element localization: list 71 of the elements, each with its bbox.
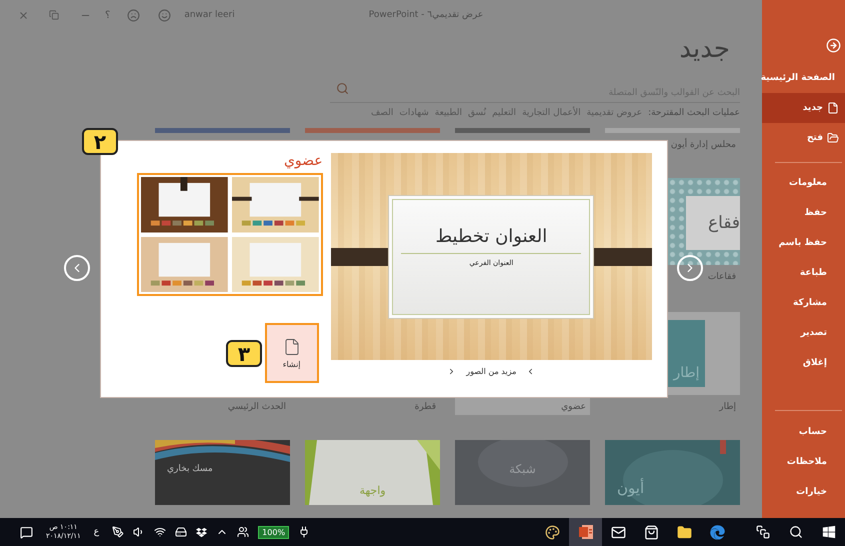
user-name: anwar leeri [184,10,235,20]
template-caption: فقاعات [706,271,737,284]
template-thumbnail[interactable] [232,177,319,232]
previous-button[interactable] [64,255,90,281]
template-thumbnail[interactable] [305,128,440,133]
pen-icon[interactable] [112,526,124,538]
template-caption[interactable]: إطار [605,398,740,415]
folder-icon[interactable] [677,524,692,540]
browser-icon[interactable] [710,524,725,540]
page-heading: جديد [678,34,730,64]
more-images-label: مزيد من الصور [466,367,516,376]
sidebar-item[interactable]: خيارات [762,477,845,507]
task-view-icon[interactable] [756,525,770,539]
template-caption[interactable]: قطرة [305,398,440,415]
thumbnail-text: إطار [673,365,700,381]
document-icon [282,338,301,356]
dropbox-icon[interactable] [196,526,208,538]
search-icon[interactable] [788,525,802,539]
sidebar-item[interactable]: جديد [762,93,845,123]
create-button[interactable]: إنشاء [264,323,319,383]
slide-title: العنوان تخطيط [435,226,548,246]
thumbnail-text: فقاع [708,213,740,233]
template-name: أيون [617,479,644,497]
template-thumbnail[interactable]: فقاع [668,178,740,265]
drive-icon[interactable] [175,526,188,538]
sidebar-item[interactable]: إغلاق [762,348,845,378]
template-thumbnail[interactable] [232,236,319,292]
sidebar-item[interactable]: معلومات [762,168,845,198]
presentation-app-icon[interactable] [578,524,594,540]
template-thumbnail[interactable] [141,177,228,232]
template-thumbnail[interactable]: مسك بخاري [155,440,290,505]
sidebar-item[interactable]: طباعة [762,258,845,288]
next-button[interactable] [677,255,703,281]
sidebar-item[interactable]: تصدير [762,318,845,348]
dialog-title: عضوي [282,153,323,171]
people-icon[interactable] [237,526,250,538]
folder-icon [827,132,839,144]
back-icon[interactable] [826,38,841,52]
template-name: واجهة [359,484,386,497]
window-title: عرض تقديمي٦ - PowerPoint [368,10,484,20]
template-caption[interactable]: الحدث الرئيسي [155,398,290,415]
document-icon [827,102,839,114]
shopping-bag-icon[interactable] [644,524,659,540]
template-caption: محلس إدارة أيون [670,138,737,152]
palette-icon[interactable] [545,524,560,540]
suggested-label: عمليات البحث المقترحة: [648,108,740,118]
template-thumbnail[interactable] [455,128,590,133]
start-icon[interactable] [822,525,836,539]
notification-icon[interactable] [20,526,33,538]
template-thumbnail[interactable] [605,128,740,133]
bar-shape [594,248,652,266]
sidebar-item[interactable]: الصفحة الرئيسية [762,63,845,93]
sidebar-item[interactable]: حفظ [762,198,845,228]
template-thumbnail[interactable] [155,128,290,133]
template-thumbnail[interactable] [141,236,228,292]
callout-number: ٣ [226,340,262,367]
bar-shape [330,248,388,266]
template-name: مسك بخاري [167,464,213,474]
template-caption[interactable]: عضوي [455,398,590,415]
battery-indicator[interactable]: 100% [258,526,290,538]
template-name: شبكة [509,462,536,476]
callout-number: ٢ [82,128,118,155]
sidebar-item[interactable]: ملاحظات [762,447,845,477]
mail-icon[interactable] [611,524,626,540]
plug-icon [298,526,310,538]
sidebar-item[interactable]: حفظ باسم [762,228,845,258]
sidebar-item[interactable]: مشاركة [762,288,845,318]
sidebar-item[interactable]: فتح [762,123,845,153]
sidebar-item[interactable]: حساب [762,417,845,447]
language-indicator[interactable]: ع [94,527,100,537]
help-button[interactable]: ؟ [105,10,110,20]
